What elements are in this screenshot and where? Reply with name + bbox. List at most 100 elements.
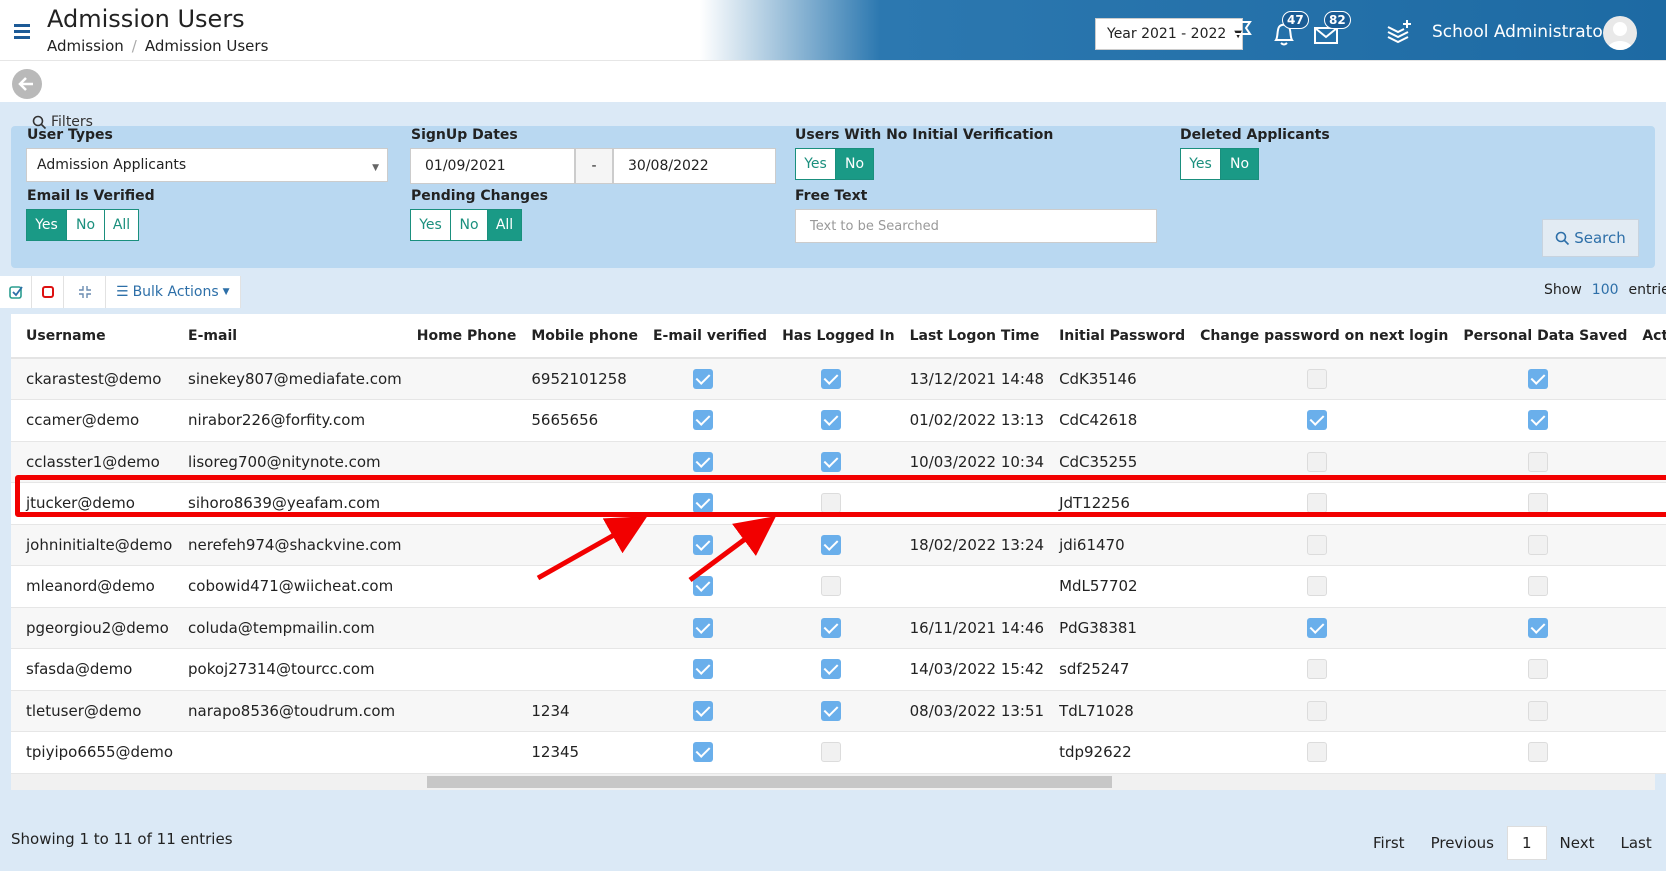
breadcrumb-admission[interactable]: Admission	[47, 37, 124, 55]
change-password-checkbox[interactable]	[1306, 410, 1327, 431]
pagination-last[interactable]: Last	[1607, 826, 1664, 860]
change-password-checkbox[interactable]	[1306, 700, 1327, 721]
col-initial-password[interactable]: Initial Password	[1044, 314, 1186, 359]
col-personal-data[interactable]: Personal Data Saved	[1448, 314, 1628, 359]
pagination-previous[interactable]: Previous	[1418, 826, 1507, 860]
email-verified-cell	[637, 690, 768, 732]
email-verified-all-button[interactable]: All	[105, 209, 139, 241]
has-logged-in-checkbox[interactable]	[820, 451, 841, 472]
table-row[interactable]: johninitialte@demo nerefeh974@shackvine.c…	[11, 524, 1666, 566]
pagination-page-1[interactable]: 1	[1506, 826, 1547, 860]
has-logged-in-checkbox[interactable]	[820, 534, 841, 555]
change-password-checkbox[interactable]	[1306, 534, 1327, 555]
email-verified-checkbox[interactable]	[692, 369, 713, 389]
change-password-checkbox[interactable]	[1306, 451, 1327, 472]
email-verified-checkbox[interactable]	[692, 742, 713, 763]
table-row[interactable]: tpiyipo6655@demo 12345 tdp92622	[11, 731, 1666, 774]
has-logged-in-checkbox[interactable]	[820, 617, 841, 638]
personal-data-saved-checkbox[interactable]	[1527, 742, 1548, 763]
table-row[interactable]: ccamer@demo nirabor226@forfity.com 5665656…	[11, 399, 1666, 442]
bell-icon[interactable]: 47	[1270, 11, 1309, 48]
collapse-icon[interactable]	[64, 276, 106, 308]
pending-yes-button[interactable]: Yes	[410, 209, 451, 241]
pagination-first[interactable]: First	[1360, 826, 1418, 860]
envelope-icon[interactable]: 82	[1312, 11, 1351, 48]
col-email[interactable]: E-mail	[173, 314, 402, 359]
has-logged-in-checkbox[interactable]	[820, 410, 841, 431]
personal-data-saved-checkbox[interactable]	[1527, 451, 1548, 472]
table-row[interactable]: tletuser@demo narapo8536@toudrum.com 1234 0…	[11, 690, 1666, 732]
layers-add-icon[interactable]	[1385, 18, 1415, 48]
personal-data-saved-checkbox[interactable]	[1527, 617, 1548, 638]
change-password-checkbox[interactable]	[1306, 369, 1327, 389]
user-types-select[interactable]: Admission Applicants ▼	[26, 148, 388, 182]
has-logged-in-checkbox[interactable]	[820, 700, 841, 721]
select-all-icon[interactable]	[0, 276, 32, 308]
email-verified-checkbox[interactable]	[692, 451, 713, 472]
year-select[interactable]: Year 2021 - 2022 ▼	[1095, 18, 1243, 50]
flag-icon[interactable]	[1228, 18, 1258, 48]
cell-last-logon	[894, 565, 1045, 608]
col-mobile-phone[interactable]: Mobile phone	[516, 314, 638, 359]
email-verified-no-button[interactable]: No	[67, 209, 105, 241]
back-button[interactable]	[12, 69, 42, 99]
pending-no-button[interactable]: No	[451, 209, 488, 241]
table-row[interactable]: pgeorgiou2@demo coluda@tempmailin.com 16/1…	[11, 607, 1666, 649]
email-verified-checkbox[interactable]	[692, 534, 713, 555]
table-row[interactable]: ckarastest@demo sinekey807@mediafate.com 6…	[11, 358, 1666, 400]
personal-data-saved-cell	[1448, 731, 1628, 774]
email-verified-yes-button[interactable]: Yes	[26, 209, 67, 241]
deselect-all-icon[interactable]	[32, 276, 64, 308]
col-active-appl[interactable]: Active Appl	[1627, 314, 1666, 359]
col-change-password[interactable]: Change password on next login	[1185, 314, 1449, 359]
avatar[interactable]	[1603, 16, 1637, 50]
change-password-checkbox[interactable]	[1306, 659, 1327, 680]
cell-last-logon	[894, 731, 1045, 774]
search-button[interactable]: Search	[1542, 219, 1639, 257]
has-logged-in-checkbox[interactable]	[820, 742, 841, 763]
page-size-select[interactable]: 100	[1592, 282, 1619, 298]
email-verified-cell	[637, 358, 768, 400]
change-password-checkbox[interactable]	[1306, 576, 1327, 597]
email-verified-checkbox[interactable]	[692, 617, 713, 638]
change-password-checkbox[interactable]	[1306, 617, 1327, 638]
personal-data-saved-checkbox[interactable]	[1527, 576, 1548, 597]
email-verified-checkbox[interactable]	[692, 410, 713, 431]
has-logged-in-checkbox[interactable]	[820, 659, 841, 680]
change-password-checkbox[interactable]	[1306, 742, 1327, 763]
personal-data-saved-checkbox[interactable]	[1527, 369, 1548, 389]
signup-to-input[interactable]: 30/08/2022	[613, 148, 776, 184]
cell-email: sinekey807@mediafate.com	[173, 358, 402, 400]
deleted-yes-button[interactable]: Yes	[1180, 148, 1221, 180]
table-row[interactable]: mleanord@demo cobowid471@wiicheat.com MdL5…	[11, 565, 1666, 608]
email-verified-checkbox[interactable]	[692, 576, 713, 597]
personal-data-saved-checkbox[interactable]	[1527, 410, 1548, 431]
personal-data-saved-checkbox[interactable]	[1527, 659, 1548, 680]
col-username[interactable]: Username	[11, 314, 174, 359]
hamburger-menu-icon[interactable]	[14, 24, 30, 39]
free-text-input[interactable]: Text to be Searched	[795, 209, 1157, 243]
col-has-logged-in[interactable]: Has Logged In	[767, 314, 895, 359]
cell-username: tletuser@demo	[11, 690, 174, 732]
has-logged-in-checkbox[interactable]	[820, 576, 841, 597]
signup-from-input[interactable]: 01/09/2021	[410, 148, 575, 184]
col-email-verified[interactable]: E-mail verified	[637, 314, 768, 359]
table-row[interactable]: sfasda@demo pokoj27314@tourcc.com 14/03/20…	[11, 648, 1666, 691]
personal-data-saved-checkbox[interactable]	[1527, 700, 1548, 721]
no-verif-no-button[interactable]: No	[836, 148, 874, 180]
has-logged-in-checkbox[interactable]	[820, 369, 841, 389]
horizontal-scrollbar[interactable]	[11, 774, 1655, 790]
deleted-no-button[interactable]: No	[1221, 148, 1259, 180]
email-verified-checkbox[interactable]	[692, 700, 713, 721]
personal-data-saved-checkbox[interactable]	[1527, 534, 1548, 555]
user-menu[interactable]: School Administrator ▼	[1432, 22, 1623, 42]
email-verified-label: Email Is Verified	[27, 188, 155, 204]
col-home-phone[interactable]: Home Phone	[401, 314, 517, 359]
bulk-actions-button[interactable]: ☰ Bulk Actions ▼	[106, 276, 241, 308]
pagination-next[interactable]: Next	[1547, 826, 1608, 860]
pending-all-button[interactable]: All	[488, 209, 522, 241]
col-last-logon[interactable]: Last Logon Time	[894, 314, 1045, 359]
email-verified-checkbox[interactable]	[692, 659, 713, 680]
scrollbar-thumb[interactable]	[427, 776, 1112, 788]
no-verif-yes-button[interactable]: Yes	[795, 148, 836, 180]
